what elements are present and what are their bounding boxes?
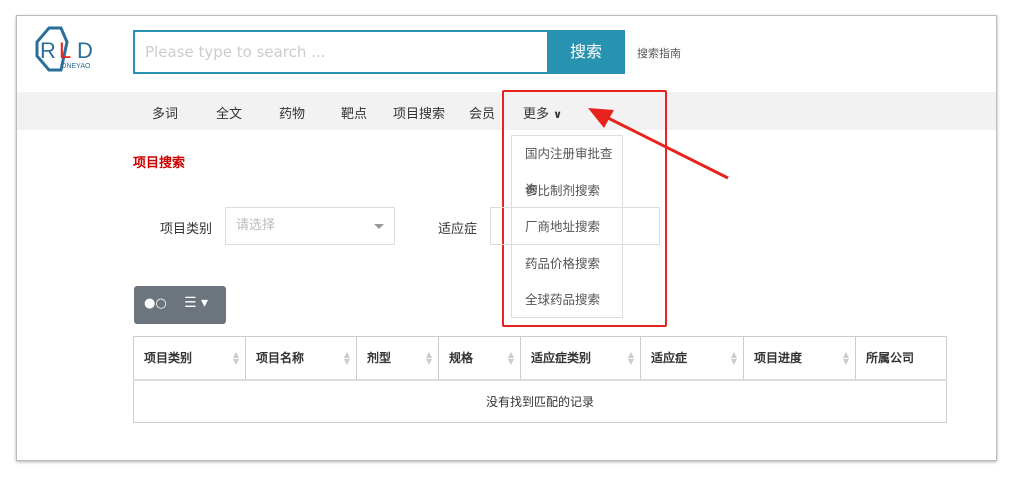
col-label: 项目名称 [256,351,305,366]
nav-item-target[interactable]: 靶点 [341,103,367,122]
col-label: 规格 [449,351,474,366]
search-input[interactable]: Please type to search ... [133,30,547,74]
col-header[interactable]: 项目类别 ▲ ▼ [133,336,246,381]
toggle-view-icon[interactable]: ●○ [144,296,167,311]
nav-item-multi-word[interactable]: 多词 [152,103,178,122]
table-header-row: 项目类别 ▲ ▼ 项目名称 ▲ ▼ 剂型 ▲ ▼ 规格 ▲ ▼ 适应症类别 ▲ ▼ 适应症 ▲ ▼ 项目… [133,336,947,381]
page-title: 项目搜索 [133,156,186,171]
col-header[interactable]: 规格 ▲ ▼ [438,336,521,381]
indication-label: 适应症 [438,222,478,237]
col-label: 适应症 [651,351,688,366]
col-label: 剂型 [367,351,392,366]
col-header[interactable]: 项目进度 ▲ ▼ [743,336,856,381]
col-label: 项目类别 [144,351,193,366]
svg-text:R: R [40,38,56,63]
svg-text:L: L [59,38,71,63]
sort-icon: ▲ ▼ [507,350,514,366]
table-row: 没有找到匹配的记录 [133,379,947,423]
sort-icon: ▲ ▼ [343,350,350,366]
category-placeholder: 请选择 [236,218,276,233]
col-header[interactable]: 所属公司 [855,336,947,381]
category-label: 项目类别 [160,222,213,237]
svg-text:ONEYAO: ONEYAO [61,63,91,70]
sort-icon: ▲ ▼ [842,350,849,366]
nav-item-drug[interactable]: 药物 [279,103,305,122]
col-header[interactable]: 项目名称 ▲ ▼ [245,336,357,381]
sort-icon: ▲ ▼ [730,350,737,366]
col-label: 适应症类别 [531,351,592,366]
search-guide-link[interactable]: 搜索指南 [637,45,681,61]
col-header[interactable]: 剂型 ▲ ▼ [356,336,439,381]
svg-text:D: D [77,38,93,63]
nav-item-fulltext[interactable]: 全文 [216,103,242,122]
nav-item-project-search[interactable]: 项目搜索 [393,103,445,122]
rld-logo[interactable]: R L D ONEYAO [35,26,107,72]
nav-item-member[interactable]: 会员 [469,103,495,122]
indication-input[interactable] [490,207,660,245]
sort-icon: ▲ ▼ [627,350,634,366]
results-table: 项目类别 ▲ ▼ 项目名称 ▲ ▼ 剂型 ▲ ▼ 规格 ▲ ▼ 适应症类别 ▲ ▼ 适应症 ▲ ▼ 项目… [133,336,947,423]
sort-icon: ▲ ▼ [425,350,432,366]
col-header[interactable]: 适应症 ▲ ▼ [640,336,744,381]
caret-down-icon [374,224,384,234]
search-button[interactable]: 搜索 [547,30,625,74]
col-label: 所属公司 [866,351,915,366]
sort-icon: ▲ ▼ [232,350,239,366]
columns-menu-icon[interactable]: ☰ ▾ [184,295,208,311]
empty-message: 没有找到匹配的记录 [133,379,947,423]
col-label: 项目进度 [754,351,803,366]
category-select[interactable]: 请选择 [225,207,395,245]
col-header[interactable]: 适应症类别 ▲ ▼ [520,336,641,381]
table-toolbar: ●○ ☰ ▾ [134,286,226,324]
annotation-arrow-icon [588,108,729,180]
